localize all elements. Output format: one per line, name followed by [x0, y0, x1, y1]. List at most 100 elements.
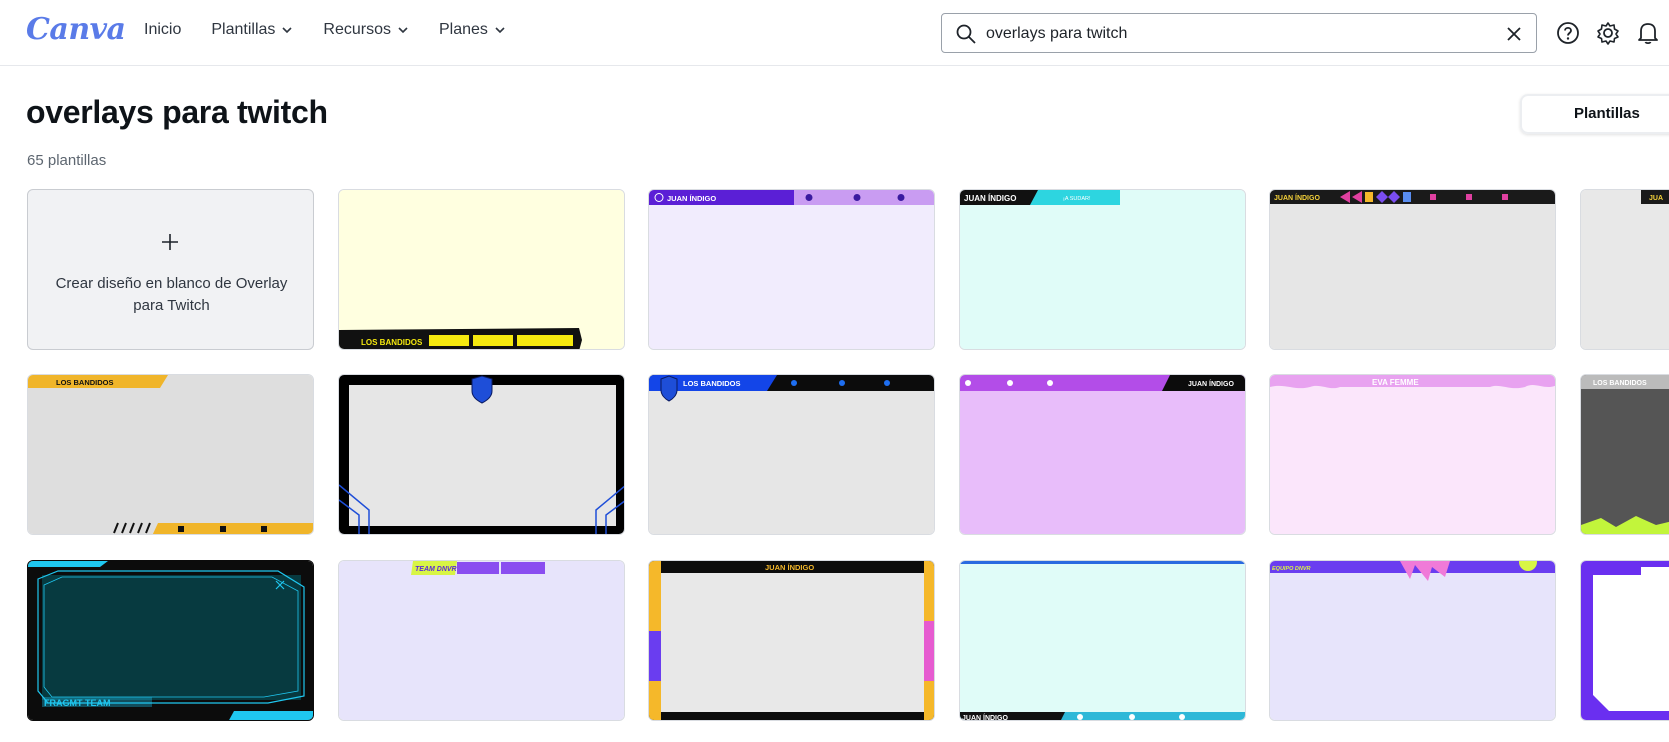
template-card[interactable]: LOS BANDIDOS	[648, 374, 935, 535]
chevron-down-icon	[495, 27, 505, 34]
template-thumbnail: EVA FEMME	[1270, 375, 1555, 534]
template-brand-text: LOS BANDIDOS	[683, 379, 741, 388]
template-banner	[152, 523, 313, 534]
notifications-icon[interactable]	[1635, 20, 1661, 46]
nav-label: Plantillas	[211, 21, 276, 38]
template-thumbnail: LOS BANDIDOS	[339, 190, 624, 349]
template-thumbnail: LOS BANDIDOS	[1581, 375, 1669, 534]
template-thumbnail: JUAN ÍNDIGO	[960, 375, 1245, 534]
template-background	[960, 190, 1245, 349]
template-social-icon	[897, 194, 905, 201]
template-thumbnail: TEAM DNVR	[339, 561, 624, 720]
template-background	[960, 375, 1245, 534]
template-background	[1593, 567, 1669, 711]
template-card[interactable]: LOS BANDIDOS	[27, 374, 314, 535]
template-card[interactable]: TEAM DNVR	[338, 560, 625, 721]
search-input[interactable]	[986, 22, 1486, 46]
template-thumbnail	[339, 375, 624, 534]
template-background	[1270, 561, 1555, 720]
nav-label: Inicio	[144, 21, 182, 38]
template-social-icon	[220, 526, 226, 532]
template-decoration	[1365, 192, 1373, 202]
template-card[interactable]: JUAN ÍNDIGO	[959, 374, 1246, 535]
template-social-icon	[178, 526, 184, 532]
template-social-icon	[1047, 380, 1053, 386]
template-background	[1270, 375, 1555, 534]
nav-inicio[interactable]: Inicio	[144, 21, 181, 39]
template-background	[339, 561, 624, 720]
template-card[interactable]: MOR	[1580, 560, 1669, 721]
top-bar: Canva Inicio Plantillas Recursos Planes	[0, 0, 1669, 66]
chevron-down-icon	[398, 27, 408, 34]
template-card[interactable]	[338, 374, 625, 535]
template-brand-text: TEAM DNVR	[415, 566, 457, 573]
template-thumbnail: MOR	[1581, 561, 1669, 720]
template-thumbnail: JUAN ÍNDIGO	[649, 561, 934, 720]
template-card[interactable]: JUA	[1580, 189, 1669, 350]
search-box[interactable]	[941, 13, 1537, 53]
help-icon[interactable]	[1555, 20, 1581, 46]
search-icon[interactable]	[955, 23, 977, 45]
template-social-badge	[517, 335, 573, 346]
template-card[interactable]: JUAN ÍNDIGO	[648, 189, 935, 350]
template-background	[1581, 375, 1669, 534]
nav-planes[interactable]: Planes	[439, 21, 506, 39]
template-brand-text: JUAN ÍNDIGO	[765, 563, 814, 572]
template-card[interactable]: JUAN ÍNDIGO	[959, 560, 1246, 721]
template-sub-text: ¡A SUDAR!	[1063, 196, 1091, 202]
template-brand-text: LOS BANDIDOS	[361, 338, 423, 347]
template-card[interactable]: JUAN ÍNDIGO	[648, 560, 935, 721]
template-decoration	[28, 561, 108, 567]
template-social-icon	[1502, 194, 1508, 200]
template-brand-text: LOS BANDIDOS	[1593, 380, 1647, 387]
shield-icon	[660, 375, 678, 402]
template-thumbnail: JUAN ÍNDIGO	[960, 561, 1245, 721]
template-card[interactable]: LOS BANDIDOS	[338, 189, 625, 350]
template-background	[960, 561, 1245, 720]
main-nav: Inicio Plantillas Recursos Planes	[144, 21, 536, 39]
template-decoration	[1403, 192, 1411, 202]
template-thumbnail: JUAN ÍNDIGO	[1270, 190, 1555, 349]
nav-recursos[interactable]: Recursos	[323, 21, 409, 39]
template-card[interactable]: EQUIPO DNVR	[1269, 560, 1556, 721]
create-blank-card[interactable]: Crear diseño en blanco de Overlay para T…	[27, 189, 314, 350]
close-icon[interactable]	[1504, 24, 1524, 44]
template-thumbnail: JUAN ÍNDIGO	[649, 190, 934, 349]
templates-filter-button[interactable]: Plantillas	[1520, 94, 1669, 134]
template-card[interactable]: EVA FEMME	[1269, 374, 1556, 535]
template-card[interactable]: FRAGMT TEAM	[27, 560, 314, 721]
template-background	[649, 190, 934, 349]
template-social-icon	[965, 380, 971, 386]
template-decoration	[229, 711, 313, 720]
template-social-icon	[839, 380, 845, 386]
template-social-badge	[501, 562, 545, 574]
template-social-icon	[1466, 194, 1472, 200]
settings-icon[interactable]	[1595, 20, 1621, 46]
template-social-badge	[429, 335, 469, 346]
template-background	[661, 573, 924, 712]
template-social-badge	[473, 335, 513, 346]
template-background	[28, 375, 313, 534]
template-card[interactable]: JUAN ÍNDIGO ¡A SUDAR!	[959, 189, 1246, 350]
template-background	[1270, 190, 1555, 349]
template-social-badge	[457, 562, 499, 574]
template-social-icon	[1077, 714, 1083, 720]
template-social-icon	[805, 194, 813, 201]
template-social-icon	[884, 380, 890, 386]
template-background	[339, 190, 624, 349]
template-card[interactable]: LOS BANDIDOS	[1580, 374, 1669, 535]
template-thumbnail: LOS BANDIDOS	[28, 375, 313, 534]
template-thumbnail: JUAN ÍNDIGO ¡A SUDAR!	[960, 190, 1245, 349]
template-decoration	[924, 621, 934, 681]
template-thumbnail: LOS BANDIDOS	[649, 375, 934, 534]
template-decoration	[649, 631, 661, 681]
nav-plantillas[interactable]: Plantillas	[211, 21, 293, 39]
template-brand-text: JUAN ÍNDIGO	[964, 194, 1016, 203]
template-brand-text: MOR	[1649, 566, 1668, 575]
template-social-icon	[853, 194, 861, 201]
template-brand-text: JUAN ÍNDIGO	[962, 713, 1008, 721]
template-background	[649, 375, 934, 534]
template-brand-text: FRAGMT TEAM	[44, 698, 111, 708]
canva-logo[interactable]: Canva	[26, 12, 126, 47]
template-card[interactable]: JUAN ÍNDIGO	[1269, 189, 1556, 350]
